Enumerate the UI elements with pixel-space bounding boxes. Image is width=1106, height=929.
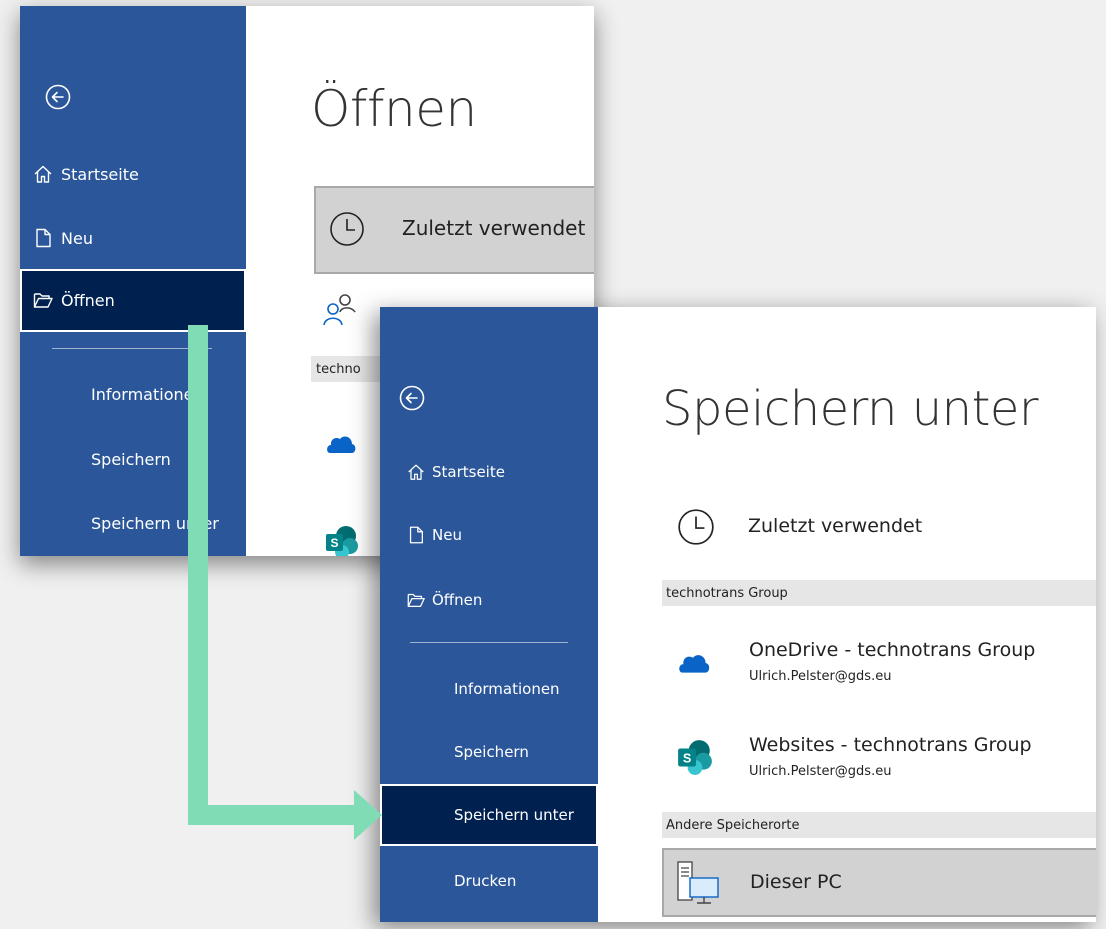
clock-icon — [330, 212, 364, 246]
nav-label: Speichern unter — [454, 806, 574, 824]
nav-item-startseite[interactable]: Startseite — [20, 149, 246, 199]
nav-label: Öffnen — [61, 291, 115, 310]
svg-text:S: S — [683, 751, 691, 765]
nav-item-informationen[interactable]: Informationen — [20, 369, 246, 419]
nav-label: Drucken — [454, 872, 517, 890]
page-title: Öffnen — [311, 80, 477, 138]
location-label: Zuletzt verwendet — [748, 515, 923, 537]
sharepoint-location-button[interactable]: S Websites - technotrans Group Ulrich.Pe… — [676, 730, 1096, 790]
nav-item-oeffnen[interactable]: Öffnen — [20, 269, 246, 332]
nav-label: Informationen — [454, 680, 560, 698]
onedrive-cloud-icon[interactable] — [324, 431, 358, 455]
nav-item-speichern-unter[interactable]: Speichern unter — [20, 498, 246, 548]
new-document-icon — [409, 526, 423, 544]
nav-item-informationen[interactable]: Informationen — [380, 664, 598, 714]
nav-item-speichern[interactable]: Speichern — [20, 434, 246, 484]
clock-icon — [678, 509, 714, 545]
nav-item-drucken[interactable]: Drucken — [380, 856, 598, 906]
other-locations-header: Andere Speicherorte — [662, 812, 1096, 838]
location-account: Ulrich.Pelster@gds.eu — [749, 764, 892, 779]
page-title: Speichern unter — [662, 381, 1039, 437]
svg-text:S: S — [330, 536, 338, 550]
recent-location-button[interactable]: Zuletzt verwendet — [676, 499, 1096, 557]
back-arrow-icon[interactable] — [44, 83, 72, 111]
nav-label: Neu — [61, 228, 93, 248]
nav-label: Speichern — [91, 449, 171, 469]
sharepoint-icon: S — [678, 740, 712, 775]
new-document-icon — [36, 228, 51, 248]
open-folder-icon — [407, 593, 425, 607]
computer-icon — [677, 861, 719, 904]
location-label: Zuletzt verwendet — [402, 216, 586, 240]
nav-label: Startseite — [432, 463, 505, 481]
onedrive-location-button[interactable]: OneDrive - technotrans Group Ulrich.Pels… — [676, 635, 1096, 695]
home-icon — [34, 165, 52, 183]
connector-arrow-horizontal — [188, 805, 358, 825]
group-header: technotrans Group — [662, 580, 1096, 606]
open-folder-icon — [33, 293, 53, 308]
home-icon — [408, 464, 424, 480]
sharepoint-icon[interactable]: S — [324, 524, 360, 556]
connector-arrowhead-icon — [354, 790, 382, 840]
nav-item-speichern-unter[interactable]: Speichern unter — [380, 784, 598, 846]
shared-people-icon[interactable] — [321, 291, 359, 327]
nav-label: Speichern — [454, 743, 529, 761]
location-label: OneDrive - technotrans Group — [749, 639, 1036, 661]
nav-item-neu[interactable]: Neu — [20, 213, 246, 263]
nav-item-oeffnen[interactable]: Öffnen — [380, 575, 598, 625]
connector-arrow-vertical — [188, 325, 208, 825]
backstage-sidebar: Startseite Neu Öffnen Informationen Spei… — [380, 307, 598, 922]
backstage-sidebar: Startseite Neu Öffnen Informationen Spei… — [20, 6, 246, 556]
backstage-main: Speichern unter Zuletzt verwendet techno… — [598, 307, 1096, 922]
nav-label: Informationen — [91, 384, 204, 404]
location-label: Dieser PC — [750, 871, 842, 893]
nav-label: Neu — [432, 526, 462, 544]
nav-divider — [410, 642, 568, 643]
location-account: Ulrich.Pelster@gds.eu — [749, 669, 892, 684]
back-arrow-icon[interactable] — [398, 384, 426, 412]
onedrive-cloud-icon — [679, 655, 710, 673]
this-pc-location-button[interactable]: Dieser PC — [662, 848, 1096, 917]
location-label: Websites - technotrans Group — [749, 734, 1032, 756]
nav-item-speichern[interactable]: Speichern — [380, 727, 598, 777]
nav-label: Öffnen — [432, 591, 483, 609]
nav-item-startseite[interactable]: Startseite — [380, 447, 598, 497]
recent-location-button[interactable]: Zuletzt verwendet — [314, 186, 594, 274]
save-as-backstage-window: Startseite Neu Öffnen Informationen Spei… — [380, 307, 1096, 922]
nav-label: Startseite — [61, 164, 139, 184]
nav-item-neu[interactable]: Neu — [380, 510, 598, 560]
